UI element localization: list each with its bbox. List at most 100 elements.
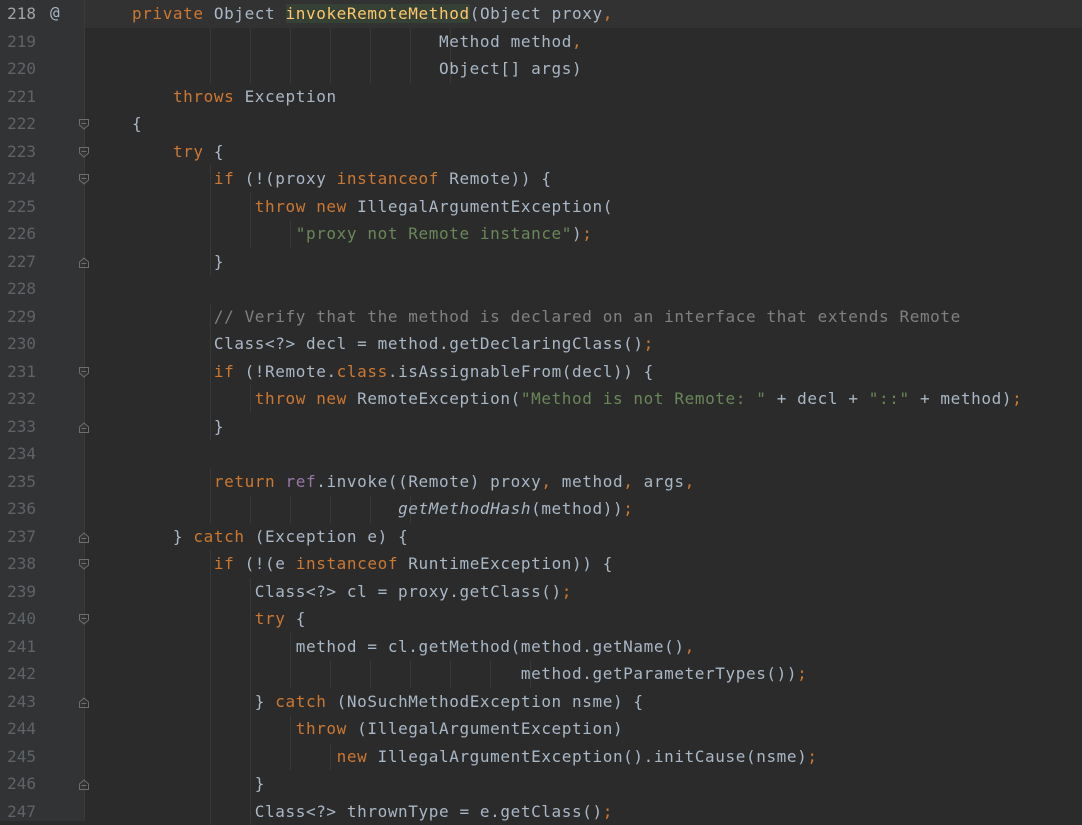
code-text[interactable]: throw (IllegalArgumentException) xyxy=(132,719,623,739)
code-line-area[interactable] xyxy=(85,440,1082,468)
code-line[interactable]: 225 throw new IllegalArgumentException( xyxy=(0,193,1082,221)
code-line-area[interactable]: } catch (NoSuchMethodException nsme) { xyxy=(85,688,1082,716)
line-number[interactable]: 226 xyxy=(0,224,36,244)
code-line[interactable]: 236 getMethodHash(method)); xyxy=(0,495,1082,523)
code-line[interactable]: 220 Object[] args) xyxy=(0,55,1082,83)
code-line-area[interactable]: Method method, xyxy=(85,28,1082,56)
line-number[interactable]: 225 xyxy=(0,197,36,217)
code-line[interactable]: 219 Method method, xyxy=(0,28,1082,56)
code-line-area[interactable]: if (!(proxy instanceof Remote)) { xyxy=(85,165,1082,193)
code-line[interactable]: 226 "proxy not Remote instance"); xyxy=(0,220,1082,248)
code-line[interactable]: 228 xyxy=(0,275,1082,303)
line-number[interactable]: 238 xyxy=(0,554,36,574)
code-line-area[interactable]: Object[] args) xyxy=(85,55,1082,83)
code-line-area[interactable]: throw (IllegalArgumentException) xyxy=(85,715,1082,743)
code-line-area[interactable]: try { xyxy=(85,138,1082,166)
code-line-area[interactable]: if (!(e instanceof RuntimeException)) { xyxy=(85,550,1082,578)
code-line[interactable]: 232 throw new RemoteException("Method is… xyxy=(0,385,1082,413)
line-number[interactable]: 223 xyxy=(0,142,36,162)
code-text[interactable]: } xyxy=(132,252,224,272)
code-text[interactable]: private Object invokeRemoteMethod(Object… xyxy=(132,4,613,24)
code-line-area[interactable]: throw new IllegalArgumentException( xyxy=(85,193,1082,221)
code-line[interactable]: 245 new IllegalArgumentException().initC… xyxy=(0,743,1082,771)
line-number[interactable]: 247 xyxy=(0,802,36,822)
line-number[interactable]: 234 xyxy=(0,444,36,464)
code-text[interactable]: } xyxy=(132,417,224,437)
code-text[interactable]: try { xyxy=(132,609,306,629)
code-text[interactable]: } catch (NoSuchMethodException nsme) { xyxy=(132,692,644,712)
code-line-area[interactable]: { xyxy=(85,110,1082,138)
code-line-area[interactable]: "proxy not Remote instance"); xyxy=(85,220,1082,248)
code-text[interactable]: getMethodHash(method)); xyxy=(132,499,633,519)
code-text[interactable]: } catch (Exception e) { xyxy=(132,527,408,547)
code-text[interactable]: throw new RemoteException("Method is not… xyxy=(132,389,1022,409)
code-text[interactable]: } xyxy=(132,774,265,794)
code-line-area[interactable]: if (!Remote.class.isAssignableFrom(decl)… xyxy=(85,358,1082,386)
line-number[interactable]: 244 xyxy=(0,719,36,739)
code-text[interactable]: if (!Remote.class.isAssignableFrom(decl)… xyxy=(132,362,654,382)
code-line[interactable]: 238 if (!(e instanceof RuntimeException)… xyxy=(0,550,1082,578)
line-number[interactable]: 232 xyxy=(0,389,36,409)
code-line[interactable]: 231 if (!Remote.class.isAssignableFrom(d… xyxy=(0,358,1082,386)
line-number[interactable]: 235 xyxy=(0,472,36,492)
line-number[interactable]: 233 xyxy=(0,417,36,437)
code-line-area[interactable]: method.getParameterTypes()); xyxy=(85,660,1082,688)
code-text[interactable]: Method method, xyxy=(132,32,582,52)
code-line[interactable]: 239 Class<?> cl = proxy.getClass(); xyxy=(0,578,1082,606)
code-line[interactable]: 234 xyxy=(0,440,1082,468)
code-line-area[interactable]: throws Exception xyxy=(85,83,1082,111)
code-line-area[interactable]: } xyxy=(85,248,1082,276)
line-number[interactable]: 243 xyxy=(0,692,36,712)
line-number[interactable]: 240 xyxy=(0,609,36,629)
code-line-area[interactable]: method = cl.getMethod(method.getName(), xyxy=(85,633,1082,661)
code-text[interactable]: new IllegalArgumentException().initCause… xyxy=(132,747,818,767)
code-text[interactable]: Class<?> cl = proxy.getClass(); xyxy=(132,582,572,602)
code-line-area[interactable] xyxy=(85,275,1082,303)
code-line-area[interactable]: // Verify that the method is declared on… xyxy=(85,303,1082,331)
line-number[interactable]: 221 xyxy=(0,87,36,107)
implements-marker-icon[interactable]: @ xyxy=(50,3,60,23)
line-number[interactable]: 241 xyxy=(0,637,36,657)
line-number[interactable]: 246 xyxy=(0,774,36,794)
line-number[interactable]: 224 xyxy=(0,169,36,189)
code-line[interactable]: 230 Class<?> decl = method.getDeclaringC… xyxy=(0,330,1082,358)
code-line[interactable]: 221 throws Exception xyxy=(0,83,1082,111)
code-text[interactable]: return ref.invoke((Remote) proxy, method… xyxy=(132,472,695,492)
code-text[interactable]: Class<?> thrownType = e.getClass(); xyxy=(132,802,613,822)
code-line[interactable]: 223 try { xyxy=(0,138,1082,166)
code-line[interactable]: 240 try { xyxy=(0,605,1082,633)
code-line-area[interactable]: getMethodHash(method)); xyxy=(85,495,1082,523)
code-text[interactable]: try { xyxy=(132,142,224,162)
line-number[interactable]: 231 xyxy=(0,362,36,382)
line-number[interactable]: 222 xyxy=(0,114,36,134)
code-text[interactable]: method = cl.getMethod(method.getName(), xyxy=(132,637,695,657)
code-text[interactable]: Object[] args) xyxy=(132,59,582,79)
line-number[interactable]: 230 xyxy=(0,334,36,354)
code-line[interactable]: 224 if (!(proxy instanceof Remote)) { xyxy=(0,165,1082,193)
code-line[interactable]: 242 method.getParameterTypes()); xyxy=(0,660,1082,688)
line-number[interactable]: 237 xyxy=(0,527,36,547)
line-number[interactable]: 228 xyxy=(0,279,36,299)
code-line[interactable]: 222 { xyxy=(0,110,1082,138)
code-text[interactable]: if (!(proxy instanceof Remote)) { xyxy=(132,169,552,189)
code-editor[interactable]: 218@private Object invokeRemoteMethod(Ob… xyxy=(0,0,1082,821)
code-line-area[interactable]: } xyxy=(85,413,1082,441)
code-line-area[interactable]: try { xyxy=(85,605,1082,633)
code-text[interactable]: // Verify that the method is declared on… xyxy=(132,307,961,327)
code-line[interactable]: 229 // Verify that the method is declare… xyxy=(0,303,1082,331)
code-line-area[interactable]: Class<?> cl = proxy.getClass(); xyxy=(85,578,1082,606)
code-text[interactable]: method.getParameterTypes()); xyxy=(132,664,807,684)
code-line[interactable]: 218@private Object invokeRemoteMethod(Ob… xyxy=(0,0,1082,28)
code-line[interactable]: 243 } catch (NoSuchMethodException nsme)… xyxy=(0,688,1082,716)
code-line-area[interactable]: throw new RemoteException("Method is not… xyxy=(85,385,1082,413)
code-line-area[interactable]: return ref.invoke((Remote) proxy, method… xyxy=(85,468,1082,496)
code-line-area[interactable]: } xyxy=(85,770,1082,798)
code-text[interactable]: { xyxy=(132,114,142,134)
line-number[interactable]: 242 xyxy=(0,664,36,684)
line-number[interactable]: 236 xyxy=(0,499,36,519)
code-line-area[interactable]: new IllegalArgumentException().initCause… xyxy=(85,743,1082,771)
line-number[interactable]: 219 xyxy=(0,32,36,52)
line-number[interactable]: 220 xyxy=(0,59,36,79)
code-text[interactable]: throw new IllegalArgumentException( xyxy=(132,197,613,217)
code-line[interactable]: 241 method = cl.getMethod(method.getName… xyxy=(0,633,1082,661)
